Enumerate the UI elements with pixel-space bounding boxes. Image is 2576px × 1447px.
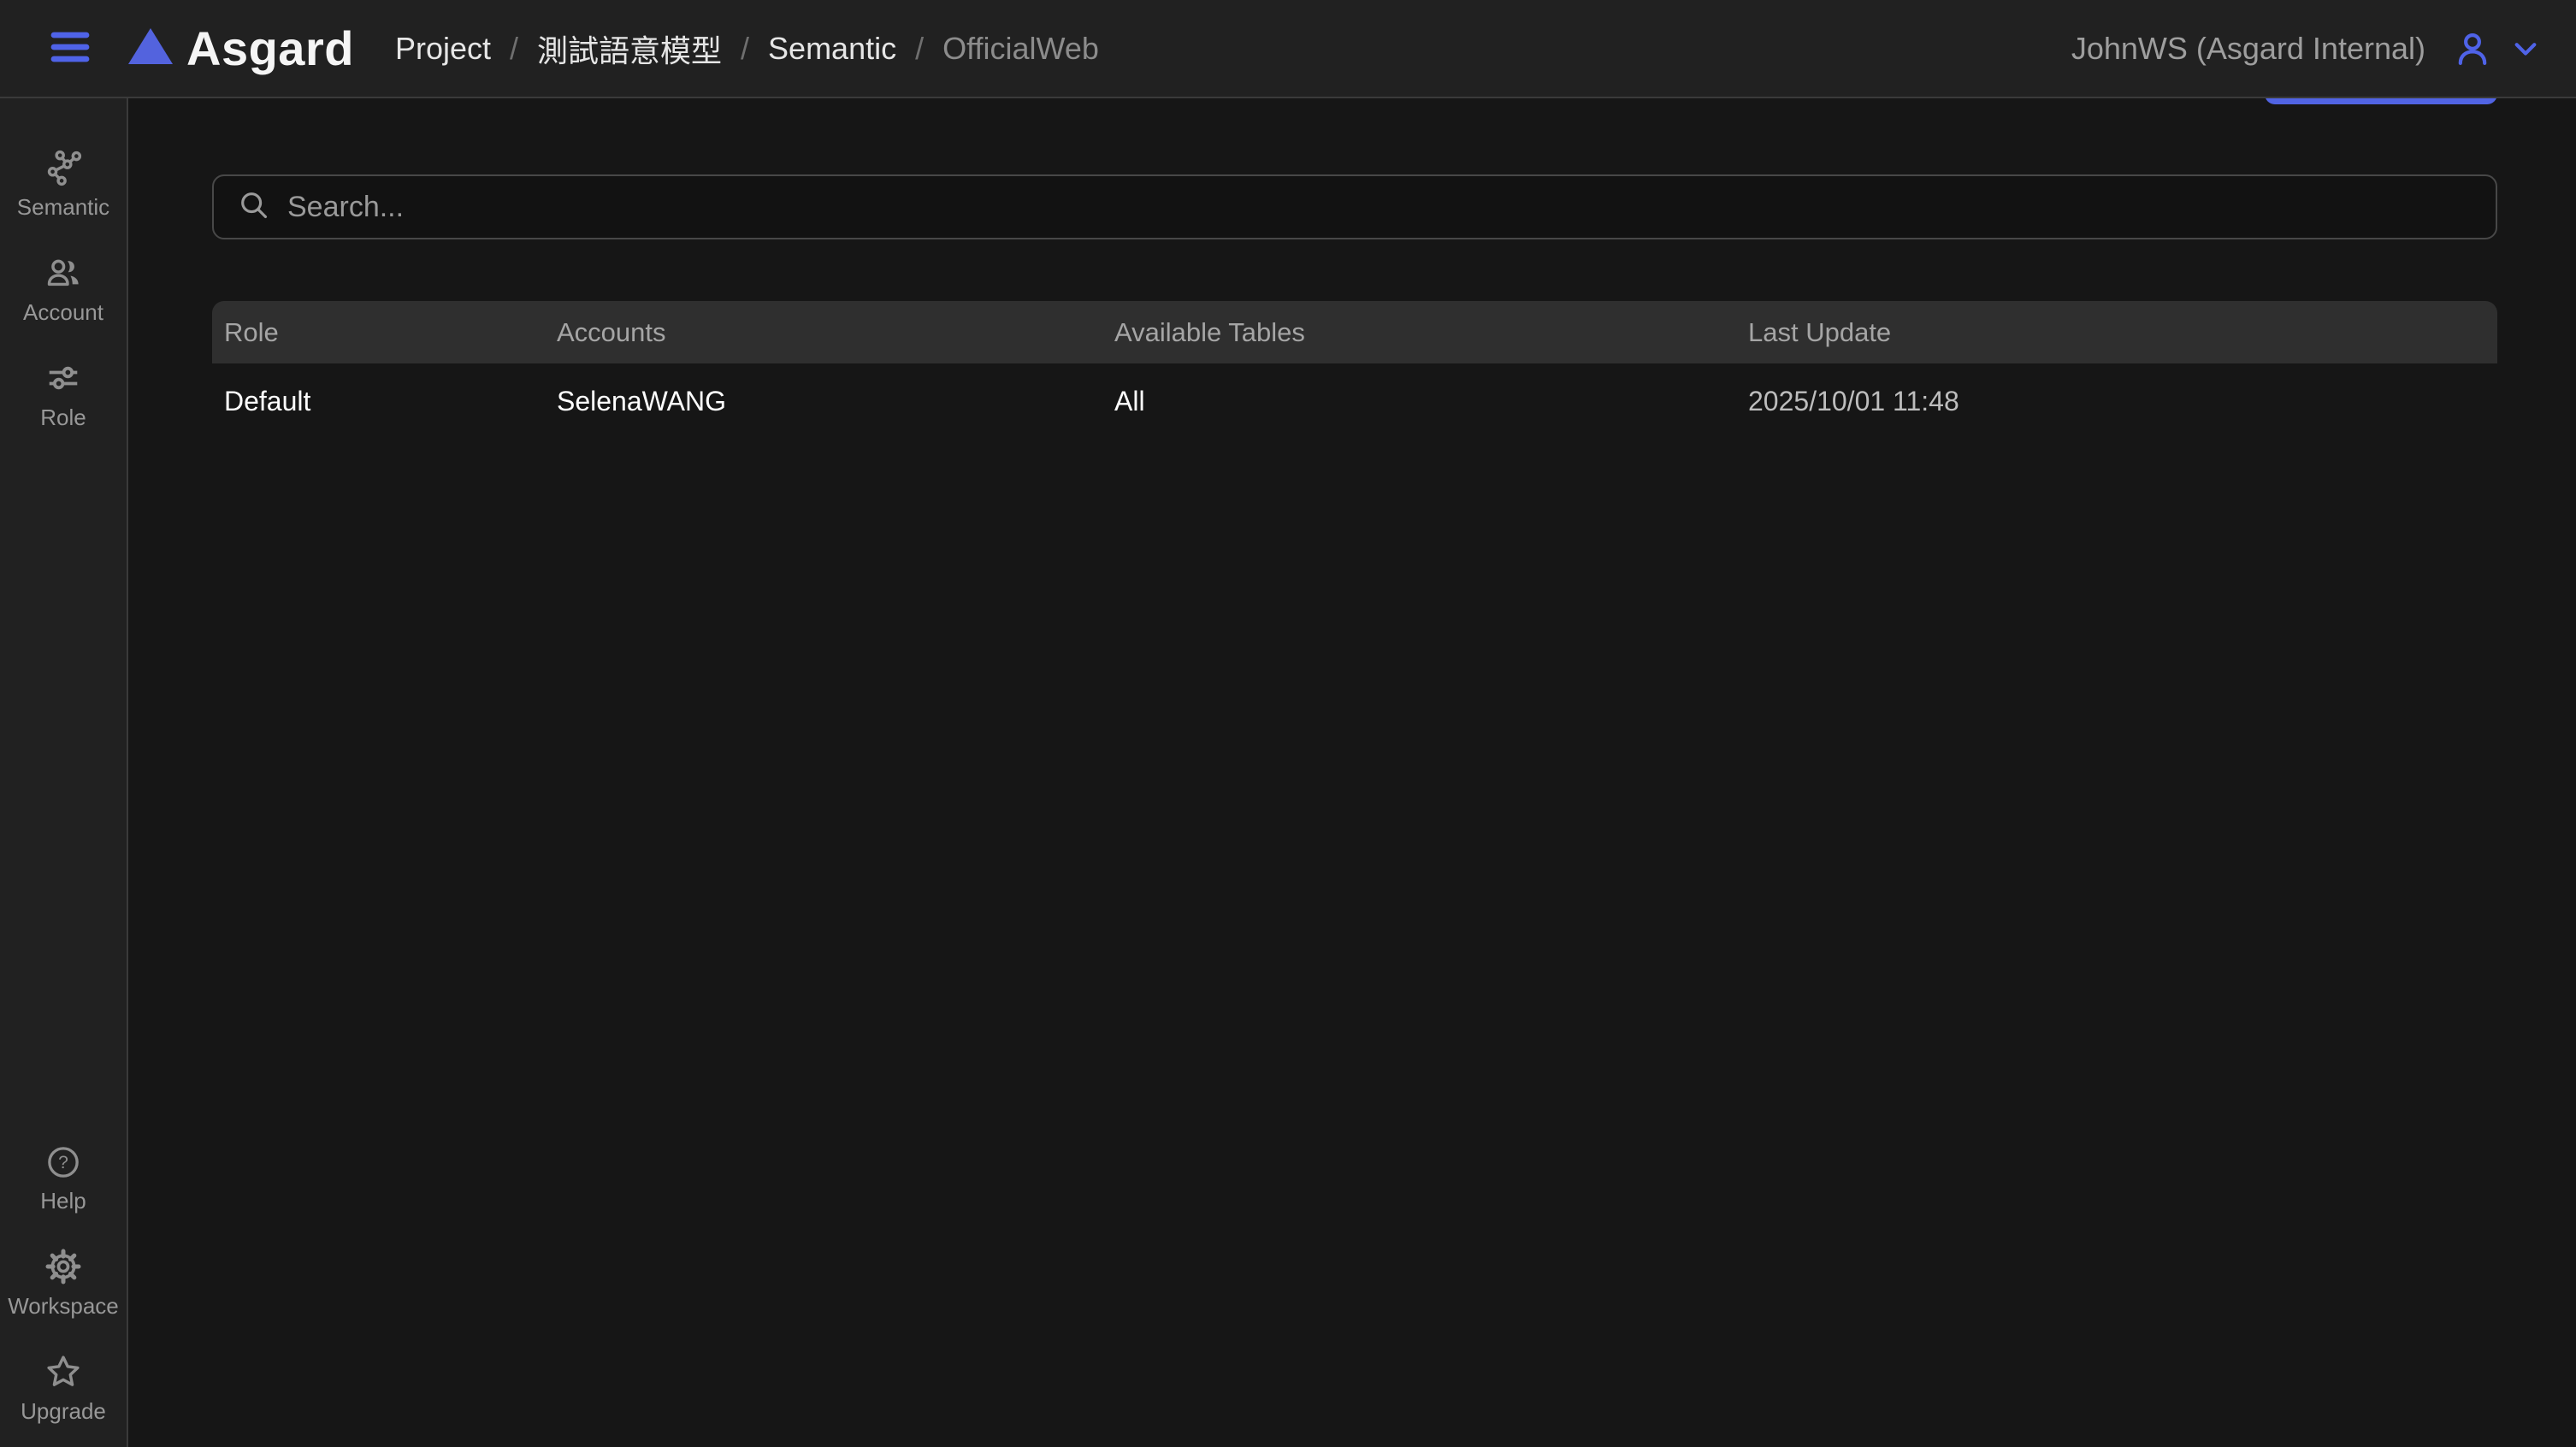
- sidebar-item-label: Help: [40, 1188, 86, 1214]
- breadcrumb-separator: /: [915, 31, 924, 67]
- sidebar-item-semantic[interactable]: Semantic: [0, 148, 127, 221]
- breadcrumb-separator: /: [741, 31, 749, 67]
- sidebar-item-help[interactable]: ? Help: [0, 1143, 127, 1214]
- table-row[interactable]: Default SelenaWANG All 2025/10/01 11:48: [212, 363, 2497, 439]
- cell-role: Default: [212, 363, 545, 439]
- search-input[interactable]: [287, 191, 2472, 224]
- search-icon: [238, 189, 270, 226]
- triangle-logo-icon: [127, 26, 174, 71]
- breadcrumb: Project / 測試語意模型 / Semantic / OfficialWe…: [395, 27, 1099, 71]
- sidebar-item-upgrade[interactable]: Upgrade: [0, 1352, 127, 1425]
- sidebar-item-account[interactable]: Account: [0, 253, 127, 326]
- account-people-icon: [44, 253, 83, 292]
- sidebar-item-role[interactable]: Role: [0, 358, 127, 431]
- sidebar-item-workspace[interactable]: Workspace: [0, 1247, 127, 1320]
- workspace-gear-icon: [44, 1247, 83, 1286]
- help-icon: ?: [44, 1143, 82, 1181]
- breadcrumb-item-semantic[interactable]: Semantic: [768, 31, 896, 67]
- column-header-role: Role: [212, 301, 545, 363]
- breadcrumb-item-project[interactable]: Project: [395, 31, 491, 67]
- breadcrumb-separator: /: [510, 31, 518, 67]
- semantic-graph-icon: [44, 148, 83, 187]
- column-header-last-update: Last Update: [1736, 301, 2497, 363]
- column-header-accounts: Accounts: [545, 301, 1102, 363]
- sidebar-item-label: Semantic: [17, 194, 109, 221]
- user-menu[interactable]: JohnWS (Asgard Internal): [2071, 29, 2542, 68]
- sidebar-footer-nav: ? Help Workspace Upgrade: [0, 1143, 127, 1425]
- sidebar-item-label: Workspace: [8, 1293, 119, 1320]
- chevron-down-icon: [2509, 32, 2542, 65]
- roles-table: Role Accounts Available Tables Last Upda…: [212, 301, 2497, 439]
- hamburger-menu-button[interactable]: [50, 31, 91, 67]
- role-sliders-icon: [44, 358, 83, 398]
- user-name-label: JohnWS (Asgard Internal): [2071, 31, 2425, 67]
- sidebar-item-label: Upgrade: [21, 1398, 106, 1425]
- table-header-row: Role Accounts Available Tables Last Upda…: [212, 301, 2497, 363]
- hamburger-icon: [50, 29, 91, 68]
- cell-accounts: SelenaWANG: [545, 363, 1102, 439]
- sidebar-item-label: Role: [40, 405, 86, 431]
- cell-last-update: 2025/10/01 11:48: [1736, 363, 2497, 439]
- app-title: Asgard: [186, 21, 354, 76]
- app-logo[interactable]: Asgard: [127, 21, 354, 76]
- sidebar-main-nav: Semantic Account: [0, 148, 127, 431]
- search-bar: [212, 174, 2497, 239]
- user-avatar-icon: [2453, 29, 2492, 68]
- sidebar-item-label: Account: [23, 299, 103, 326]
- sidebar: Semantic Account: [0, 98, 128, 1447]
- topbar: Asgard Project / 測試語意模型 / Semantic / Off…: [0, 0, 2576, 98]
- upgrade-star-icon: [44, 1352, 83, 1391]
- breadcrumb-item-model[interactable]: 測試語意模型: [537, 27, 722, 71]
- svg-text:?: ?: [58, 1153, 68, 1172]
- breadcrumb-item-officialweb: OfficialWeb: [942, 31, 1099, 67]
- cell-available-tables: All: [1102, 363, 1736, 439]
- column-header-available-tables: Available Tables: [1102, 301, 1736, 363]
